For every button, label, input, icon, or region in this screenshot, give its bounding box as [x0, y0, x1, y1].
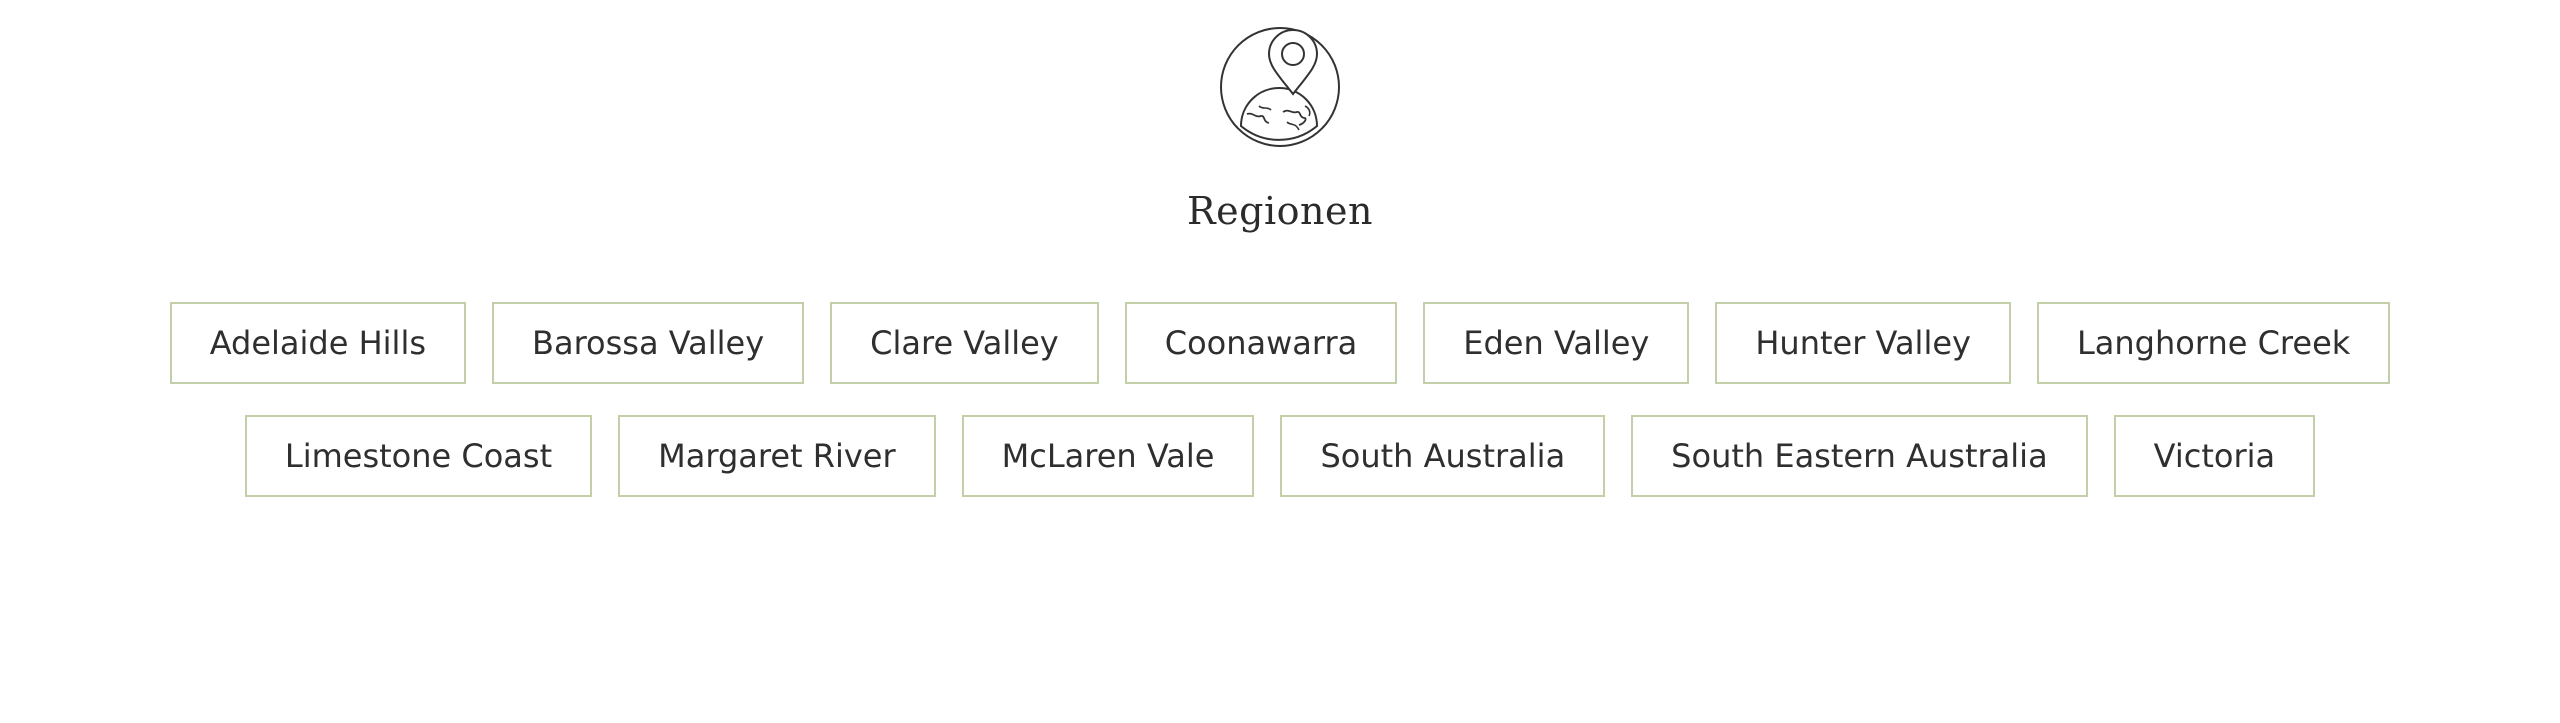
- region-tag-clare-valley[interactable]: Clare Valley: [830, 302, 1099, 384]
- region-tag-south-eastern-australia[interactable]: South Eastern Australia: [1631, 415, 2088, 497]
- region-row-2: Limestone Coast Margaret River McLaren V…: [0, 415, 2560, 497]
- region-tag-hunter-valley[interactable]: Hunter Valley: [1715, 302, 2011, 384]
- region-tag-eden-valley[interactable]: Eden Valley: [1423, 302, 1690, 384]
- region-tag-barossa-valley[interactable]: Barossa Valley: [492, 302, 805, 384]
- section-title: Regionen: [1187, 189, 1373, 233]
- region-tag-margaret-river[interactable]: Margaret River: [618, 415, 936, 497]
- region-tag-limestone-coast[interactable]: Limestone Coast: [244, 415, 593, 497]
- region-tag-south-australia[interactable]: South Australia: [1280, 415, 1606, 497]
- region-row-1: Adelaide Hills Barossa Valley Clare Vall…: [0, 302, 2560, 384]
- region-tag-victoria[interactable]: Victoria: [2113, 415, 2316, 497]
- region-tag-coonawarra[interactable]: Coonawarra: [1124, 302, 1398, 384]
- map-pin-globe-icon: [1219, 26, 1341, 148]
- region-tag-langhorne-creek[interactable]: Langhorne Creek: [2036, 302, 2391, 384]
- region-tag-adelaide-hills[interactable]: Adelaide Hills: [169, 302, 466, 384]
- region-tag-mclaren-vale[interactable]: McLaren Vale: [961, 415, 1255, 497]
